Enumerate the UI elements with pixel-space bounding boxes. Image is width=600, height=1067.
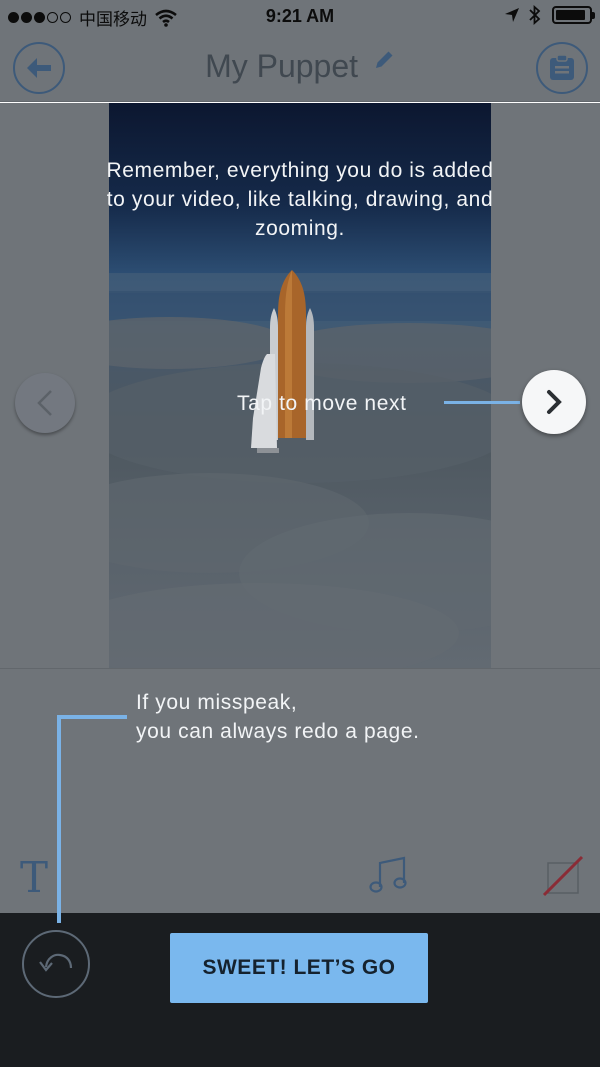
- text-tool-button[interactable]: T: [20, 853, 48, 902]
- clipboard-icon: [550, 54, 574, 80]
- coach-tip-redo: If you misspeak, you can always redo a p…: [136, 691, 420, 743]
- pen-icon: [542, 855, 584, 897]
- coach-pointer-line: [57, 715, 127, 719]
- coach-pointer-line: [444, 401, 520, 404]
- next-page-button[interactable]: [522, 370, 586, 434]
- coach-pointer-line: [57, 715, 61, 923]
- clipboard-button[interactable]: [536, 42, 588, 94]
- space-shuttle-image: [251, 270, 314, 453]
- lets-go-button[interactable]: SWEET! LET’S GO: [170, 933, 428, 1003]
- status-right: [504, 5, 595, 25]
- bluetooth-icon: [529, 5, 541, 25]
- status-bar: 中国移动 9:21 AM: [0, 0, 600, 34]
- coach-tip-recording: Remember, everything you do is added to …: [106, 159, 494, 240]
- page-title[interactable]: My Puppet: [0, 48, 600, 85]
- music-note-icon: [369, 856, 407, 893]
- location-arrow-icon: [505, 8, 519, 22]
- app-header: My Puppet: [0, 34, 600, 102]
- chevron-right-icon: [547, 390, 562, 414]
- text-tool-icon: T: [20, 853, 49, 902]
- battery-fill: [556, 10, 585, 20]
- previous-page-button[interactable]: [15, 373, 75, 433]
- puppet-name: My Puppet: [205, 48, 359, 84]
- redo-page-button[interactable]: [22, 930, 90, 998]
- chevron-left-icon: [37, 390, 52, 416]
- music-tool-button[interactable]: [368, 855, 408, 900]
- coach-tip-next: Tap to move next: [237, 392, 407, 415]
- undo-icon: [39, 953, 73, 972]
- pen-tool-button[interactable]: [542, 855, 586, 904]
- pencil-icon[interactable]: [373, 49, 395, 71]
- battery-icon: [552, 6, 595, 24]
